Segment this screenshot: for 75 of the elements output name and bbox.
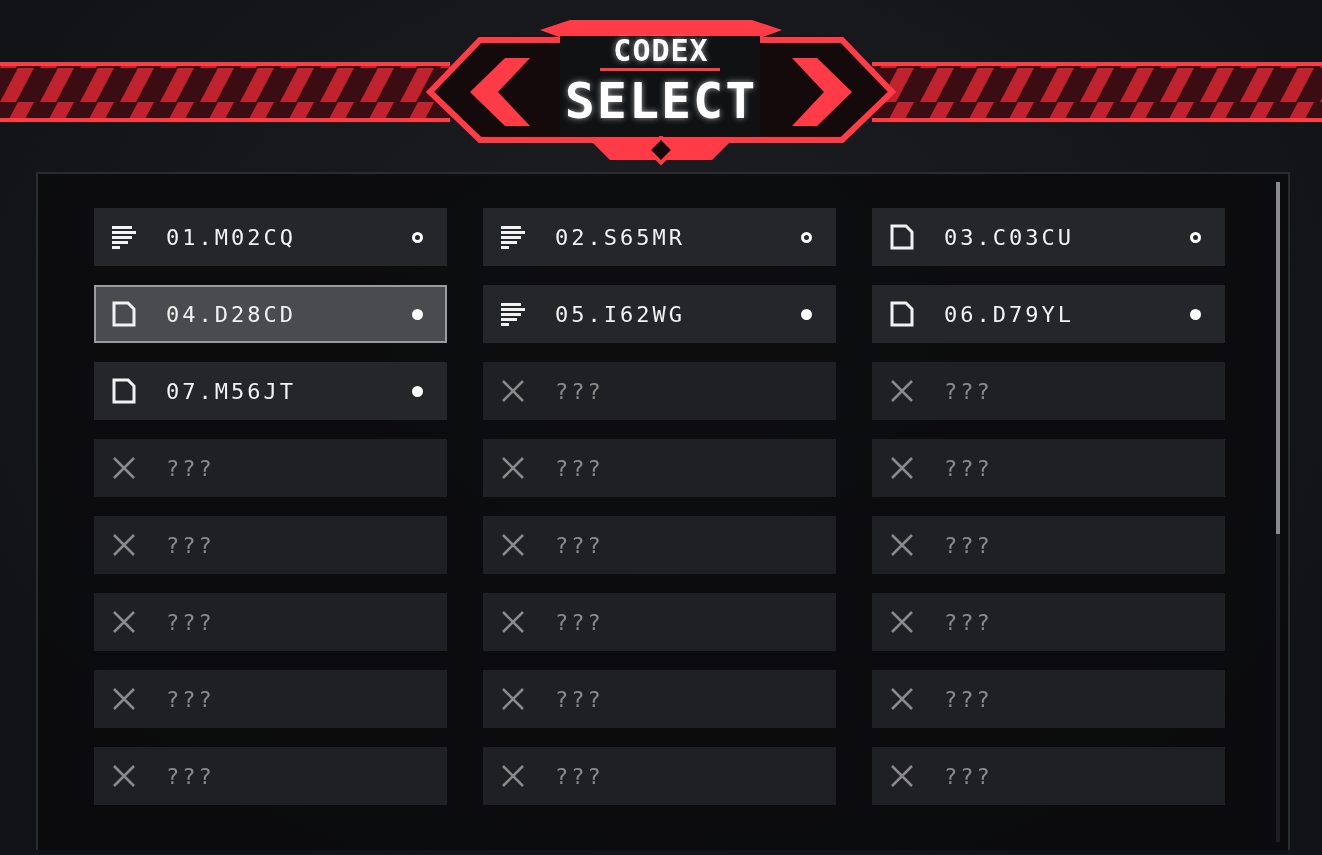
entry-label: 01.M02CQ [166, 223, 297, 252]
entry-label: 04.D28CD [166, 300, 297, 329]
document-icon [890, 301, 914, 327]
entry-label: ??? [944, 685, 994, 714]
entry-label: ??? [166, 531, 216, 560]
codex-entry[interactable]: 05.I62WG [483, 285, 836, 343]
entry-label: 02.S65MR [555, 223, 686, 252]
cross-icon [501, 533, 525, 557]
codex-entry[interactable]: ??? [483, 670, 836, 728]
entry-label: 06.D79YL [944, 300, 1075, 329]
entry-label: ??? [166, 762, 216, 791]
document-icon [890, 224, 914, 250]
entry-label: ??? [555, 685, 605, 714]
codex-entry[interactable]: ??? [483, 439, 836, 497]
codex-entry[interactable]: ??? [94, 439, 447, 497]
entry-label: ??? [555, 454, 605, 483]
cross-icon [112, 533, 136, 557]
entry-label: ??? [944, 377, 994, 406]
codex-entry[interactable]: ??? [483, 516, 836, 574]
lines-icon [501, 302, 525, 326]
codex-entry[interactable]: ??? [872, 670, 1225, 728]
document-icon [112, 378, 136, 404]
cross-icon [890, 610, 914, 634]
codex-entry[interactable]: ??? [94, 670, 447, 728]
codex-title: CODEX [613, 36, 709, 66]
cross-icon [890, 687, 914, 711]
cross-icon [501, 687, 525, 711]
codex-entry[interactable]: 02.S65MR [483, 208, 836, 266]
codex-entry[interactable]: ??? [94, 593, 447, 651]
codex-entry[interactable]: 07.M56JT [94, 362, 447, 420]
lines-icon [501, 225, 525, 249]
entry-label: ??? [555, 377, 605, 406]
codex-entry[interactable]: 06.D79YL [872, 285, 1225, 343]
cross-icon [112, 456, 136, 480]
codex-entry[interactable]: ??? [483, 362, 836, 420]
cross-icon [501, 456, 525, 480]
entry-label: ??? [166, 608, 216, 637]
cross-icon [112, 687, 136, 711]
codex-entry[interactable]: ??? [872, 362, 1225, 420]
codex-entry[interactable]: ??? [872, 439, 1225, 497]
select-title: SELECT [564, 76, 758, 126]
cross-icon [890, 379, 914, 403]
cross-icon [501, 764, 525, 788]
entry-label: 07.M56JT [166, 377, 297, 406]
cross-icon [501, 379, 525, 403]
entry-label: ??? [166, 685, 216, 714]
cross-icon [112, 610, 136, 634]
entry-label: ??? [166, 454, 216, 483]
entry-label: ??? [944, 454, 994, 483]
lines-icon [112, 225, 136, 249]
entry-label: 05.I62WG [555, 300, 686, 329]
codex-entry[interactable]: ??? [483, 593, 836, 651]
codex-entry[interactable]: 04.D28CD [94, 285, 447, 343]
codex-entry[interactable]: ??? [94, 747, 447, 805]
codex-entry[interactable]: 01.M02CQ [94, 208, 447, 266]
codex-entry[interactable]: 03.C03CU [872, 208, 1225, 266]
codex-entry[interactable]: ??? [872, 516, 1225, 574]
cross-icon [890, 456, 914, 480]
entry-label: ??? [555, 762, 605, 791]
entry-label: ??? [944, 762, 994, 791]
entry-label: 03.C03CU [944, 223, 1075, 252]
codex-entry[interactable]: ??? [94, 516, 447, 574]
cross-icon [501, 610, 525, 634]
cross-icon [890, 533, 914, 557]
cross-icon [890, 764, 914, 788]
entry-label: ??? [944, 531, 994, 560]
scrollbar[interactable] [1276, 182, 1280, 842]
codex-entry[interactable]: ??? [872, 593, 1225, 651]
codex-entry[interactable]: ??? [872, 747, 1225, 805]
document-icon [112, 301, 136, 327]
codex-entry[interactable]: ??? [483, 747, 836, 805]
entry-label: ??? [555, 608, 605, 637]
entry-label: ??? [555, 531, 605, 560]
cross-icon [112, 764, 136, 788]
entry-label: ??? [944, 608, 994, 637]
